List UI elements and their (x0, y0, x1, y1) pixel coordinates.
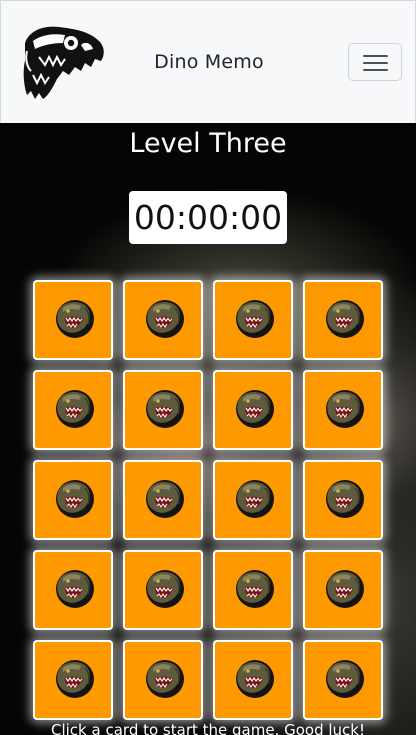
trex-head-card-back-icon (49, 654, 97, 706)
memory-card[interactable] (123, 640, 203, 720)
memory-card[interactable] (33, 550, 113, 630)
memory-card[interactable] (213, 640, 293, 720)
memory-card[interactable] (33, 640, 113, 720)
memory-card[interactable] (303, 550, 383, 630)
memory-card[interactable] (303, 640, 383, 720)
trex-head-card-back-icon (229, 564, 277, 616)
trex-head-card-back-icon (49, 294, 97, 346)
trex-head-card-back-icon (229, 654, 277, 706)
trex-head-card-back-icon (139, 474, 187, 526)
memory-card[interactable] (123, 370, 203, 450)
memory-card[interactable] (213, 460, 293, 540)
trex-head-card-back-icon (319, 384, 367, 436)
memory-card[interactable] (123, 460, 203, 540)
memory-card[interactable] (123, 550, 203, 630)
trex-head-card-back-icon (49, 474, 97, 526)
trex-head-card-back-icon (139, 294, 187, 346)
trex-head-card-back-icon (139, 384, 187, 436)
memory-card[interactable] (213, 550, 293, 630)
memory-card[interactable] (303, 370, 383, 450)
trex-head-card-back-icon (319, 474, 367, 526)
trex-head-card-back-icon (49, 384, 97, 436)
card-grid (33, 280, 383, 720)
trex-head-card-back-icon (229, 384, 277, 436)
trex-head-card-back-icon (139, 564, 187, 616)
memory-card[interactable] (33, 370, 113, 450)
memory-card[interactable] (33, 280, 113, 360)
game-timer: 00:00:00 (129, 191, 287, 244)
game-hint: Click a card to start the game. Good luc… (51, 721, 365, 735)
trex-head-card-back-icon (229, 294, 277, 346)
memory-card[interactable] (303, 280, 383, 360)
menu-toggle-button[interactable] (348, 43, 402, 81)
level-title: Level Three (129, 128, 287, 159)
trex-head-card-back-icon (319, 654, 367, 706)
trex-head-card-back-icon (229, 474, 277, 526)
memory-card[interactable] (33, 460, 113, 540)
memory-card[interactable] (213, 370, 293, 450)
memory-card[interactable] (303, 460, 383, 540)
trex-head-card-back-icon (319, 564, 367, 616)
memory-card[interactable] (123, 280, 203, 360)
trex-head-card-back-icon (49, 564, 97, 616)
trex-head-card-back-icon (139, 654, 187, 706)
memory-card[interactable] (213, 280, 293, 360)
trex-head-card-back-icon (319, 294, 367, 346)
game-board: Level Three 00:00:00 Click a card to sta… (0, 123, 416, 735)
navbar: Dino Memo (0, 0, 416, 124)
